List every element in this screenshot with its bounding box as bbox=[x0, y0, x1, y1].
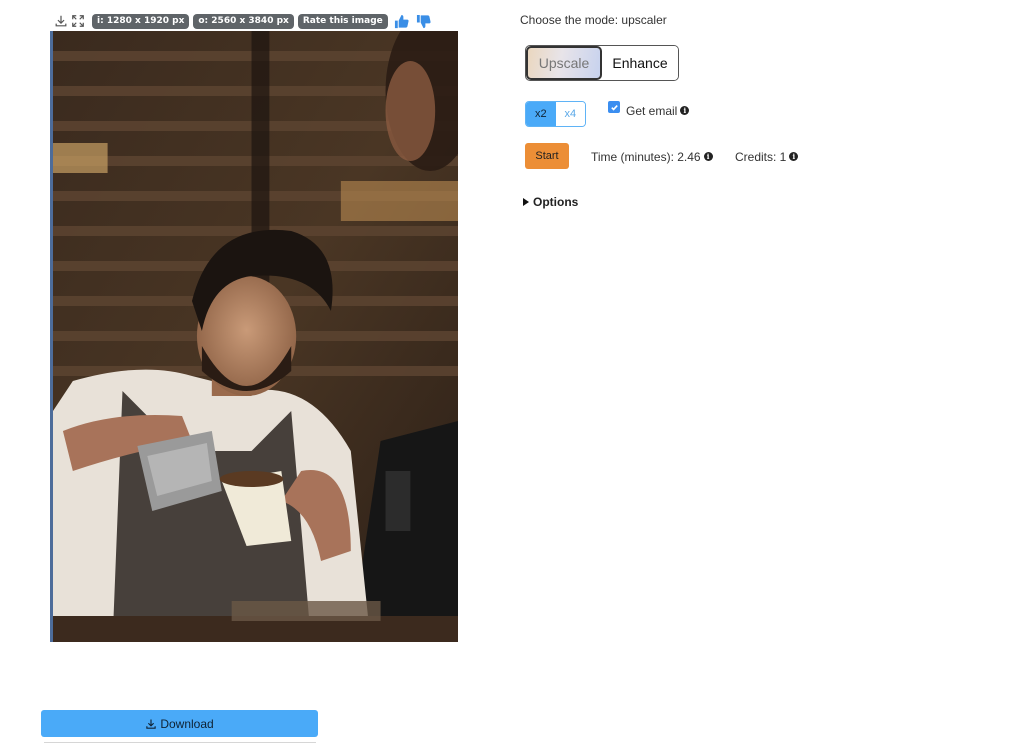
download-icon[interactable] bbox=[54, 14, 68, 28]
mode-upscale-button[interactable]: Upscale bbox=[526, 46, 602, 80]
output-size-badge: o: 2560 x 3840 px bbox=[193, 13, 294, 29]
credits-count: Credits: 1i bbox=[735, 150, 799, 164]
options-label: Options bbox=[533, 195, 579, 209]
fullscreen-icon[interactable] bbox=[71, 14, 85, 28]
image-toolbar: i: 1280 x 1920 px o: 2560 x 3840 px Rate… bbox=[54, 12, 432, 30]
scale-selector: x2 x4 bbox=[525, 101, 586, 127]
download-label: Download bbox=[160, 716, 214, 731]
mode-title: Choose the mode: upscaler bbox=[520, 13, 667, 27]
email-label: Get email i bbox=[626, 104, 690, 118]
scale-x2-button[interactable]: x2 bbox=[526, 102, 556, 126]
email-checkbox[interactable] bbox=[608, 101, 620, 113]
divider bbox=[44, 742, 316, 743]
start-button[interactable]: Start bbox=[525, 143, 569, 169]
info-icon[interactable]: i bbox=[703, 152, 713, 162]
info-icon[interactable]: i bbox=[789, 152, 799, 162]
email-option: Get email i bbox=[608, 100, 690, 118]
rate-image-label: Rate this image bbox=[297, 13, 388, 29]
caret-right-icon bbox=[523, 198, 529, 206]
mode-selector: Upscale Enhance bbox=[525, 45, 679, 81]
thumbs-down-icon[interactable] bbox=[416, 13, 432, 29]
info-icon[interactable]: i bbox=[680, 106, 690, 116]
time-estimate: Time (minutes): 2.46 i bbox=[591, 150, 713, 164]
image-preview bbox=[50, 31, 458, 642]
scale-x4-button[interactable]: x4 bbox=[555, 102, 585, 126]
options-toggle[interactable]: Options bbox=[523, 195, 578, 209]
input-size-badge: i: 1280 x 1920 px bbox=[92, 13, 190, 29]
download-icon bbox=[145, 718, 160, 730]
mode-enhance-button[interactable]: Enhance bbox=[602, 46, 678, 80]
download-button[interactable]: Download bbox=[41, 710, 318, 737]
thumbs-up-icon[interactable] bbox=[394, 13, 410, 29]
